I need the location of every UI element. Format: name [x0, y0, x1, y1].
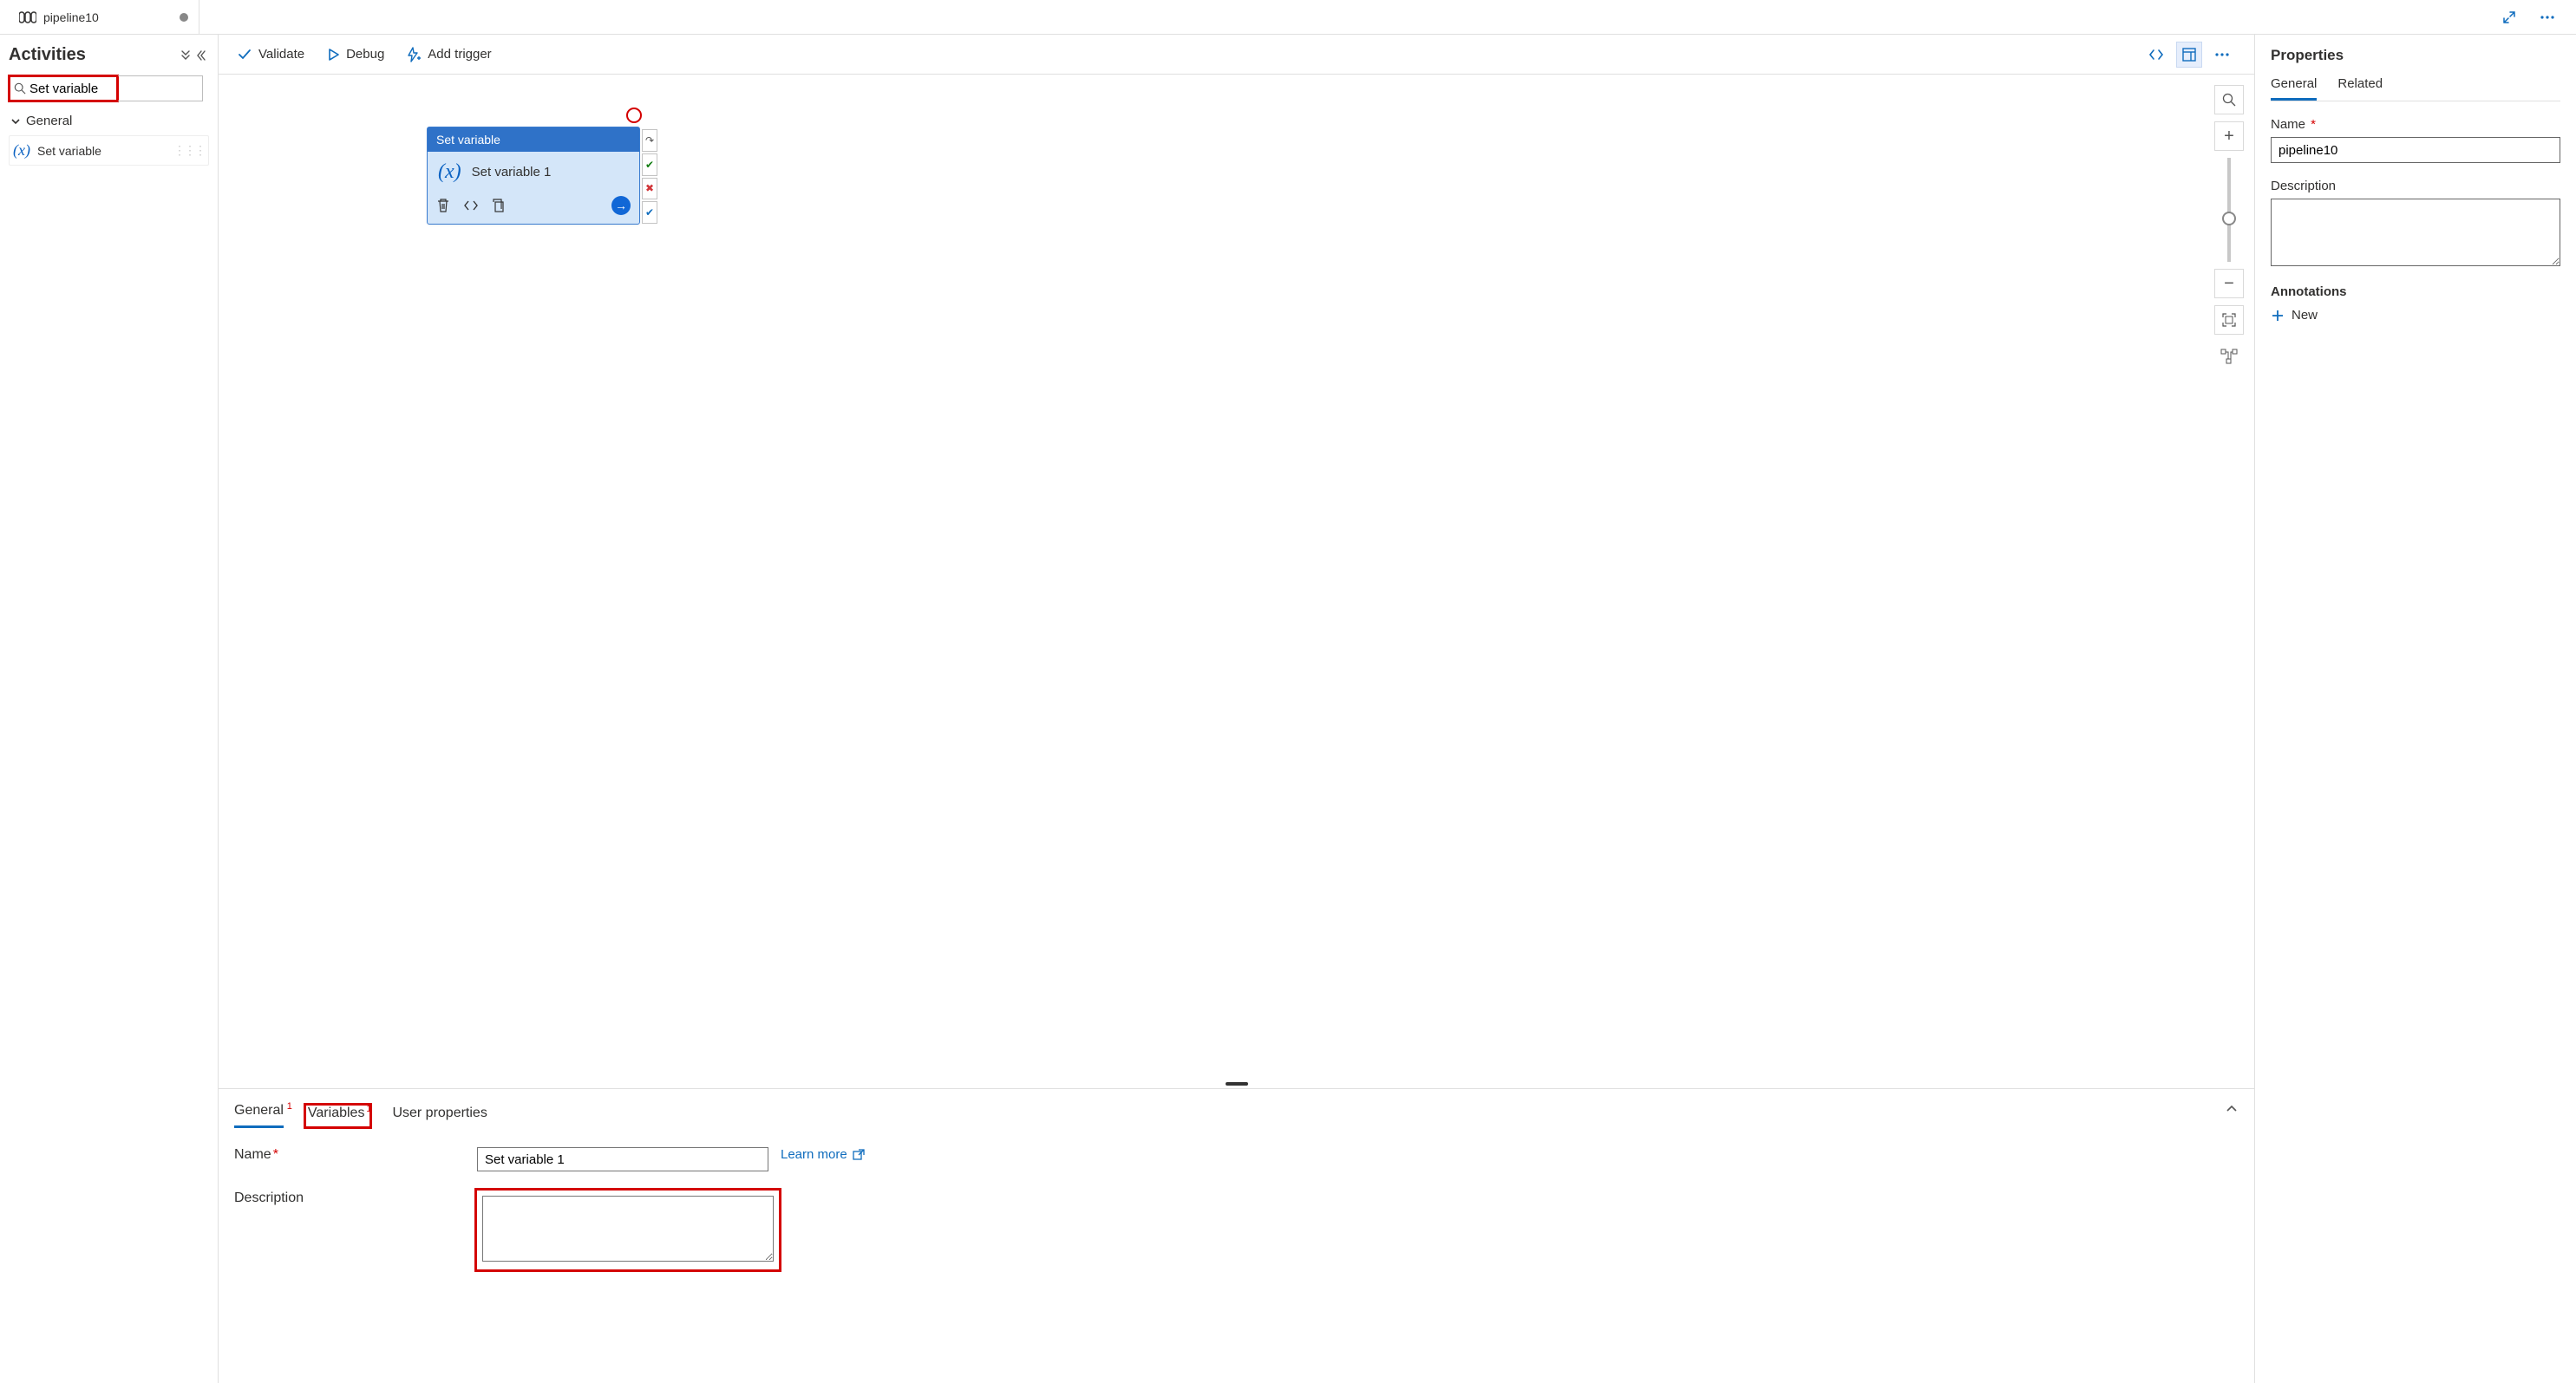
- description-highlight: [477, 1191, 779, 1269]
- variable-icon: (x): [13, 141, 30, 160]
- copy-node-icon[interactable]: [492, 198, 506, 213]
- name-label: Name*: [234, 1147, 477, 1163]
- node-output-ports: ↷ ✔ ✖ ✔: [642, 127, 657, 224]
- unsaved-indicator-icon: [180, 13, 188, 22]
- learn-more-label: Learn more: [781, 1147, 847, 1162]
- category-label: General: [26, 114, 72, 128]
- properties-heading: Properties: [2271, 47, 2560, 64]
- tab-user-properties[interactable]: User properties: [392, 1106, 487, 1128]
- code-node-icon[interactable]: [464, 199, 478, 212]
- activities-search-highlight: [9, 75, 118, 101]
- add-trigger-button[interactable]: Add trigger: [407, 47, 491, 62]
- collapse-categories-icon[interactable]: [180, 49, 192, 62]
- node-name-label: Set variable 1: [472, 165, 552, 179]
- zoom-out-icon[interactable]: −: [2214, 269, 2244, 298]
- tab-label: Variables: [308, 1106, 365, 1120]
- port-skip-icon[interactable]: ↷: [642, 129, 657, 152]
- properties-toggle-icon[interactable]: [2176, 42, 2202, 68]
- run-node-icon[interactable]: →: [611, 196, 631, 215]
- tab-variables[interactable]: Variables 1: [304, 1104, 372, 1128]
- pipeline-description-input[interactable]: [2271, 199, 2560, 266]
- activity-set-variable[interactable]: (x) Set variable ⋮⋮⋮: [9, 135, 209, 166]
- pipeline-canvas[interactable]: Set variable (x) Set variable 1: [219, 75, 2254, 1080]
- badge-1-icon: 1: [366, 1104, 371, 1114]
- properties-panel: Properties General Related Name * Descri…: [2255, 35, 2576, 1383]
- new-label: New: [2292, 308, 2318, 323]
- properties-tab-related[interactable]: Related: [2337, 76, 2383, 101]
- validate-button[interactable]: Validate: [238, 47, 304, 62]
- zoom-slider[interactable]: [2227, 158, 2231, 262]
- auto-layout-icon[interactable]: [2214, 342, 2244, 371]
- external-link-icon: [853, 1149, 865, 1161]
- activity-name-input[interactable]: [477, 1147, 768, 1171]
- pipeline-name-input[interactable]: [2271, 137, 2560, 163]
- pipeline-description-label: Description: [2271, 179, 2560, 193]
- delete-node-icon[interactable]: [436, 198, 450, 213]
- plus-icon: [2271, 309, 2285, 323]
- canvas-zoom-tools: + −: [2214, 85, 2244, 371]
- activity-description-input[interactable]: [482, 1196, 774, 1262]
- port-fail-icon[interactable]: ✖: [642, 178, 657, 200]
- panel-splitter[interactable]: [219, 1080, 2254, 1088]
- debug-label: Debug: [346, 47, 384, 62]
- debug-button[interactable]: Debug: [327, 47, 384, 62]
- port-success-icon[interactable]: ✔: [642, 153, 657, 176]
- tab-general[interactable]: General 1: [234, 1103, 284, 1128]
- toolbar-more-icon[interactable]: [2209, 42, 2235, 68]
- pipeline-toolbar: Validate Debug Add trigger: [219, 35, 2254, 75]
- annotation-circle-icon: [626, 108, 642, 123]
- description-label: Description: [234, 1191, 477, 1206]
- fit-to-screen-icon[interactable]: [2214, 305, 2244, 335]
- port-completion-icon[interactable]: ✔: [642, 201, 657, 224]
- node-type-label: Set variable: [428, 127, 639, 152]
- chevron-down-icon: [10, 116, 21, 127]
- tab-bar: pipeline10: [0, 0, 2576, 35]
- add-annotation-button[interactable]: New: [2271, 308, 2560, 323]
- editor-tab-title: pipeline10: [43, 10, 99, 24]
- category-general[interactable]: General: [10, 114, 209, 128]
- add-trigger-label: Add trigger: [428, 47, 491, 62]
- expand-window-icon[interactable]: [2496, 4, 2522, 30]
- zoom-in-icon[interactable]: +: [2214, 121, 2244, 151]
- learn-more-link[interactable]: Learn more: [781, 1147, 865, 1162]
- activities-heading: Activities: [9, 45, 86, 65]
- badge-1-icon: 1: [287, 1101, 292, 1112]
- pipeline-icon: [19, 10, 36, 24]
- activity-details-panel: General 1 Variables 1 User properties Na…: [219, 1088, 2254, 1383]
- more-menu-icon[interactable]: [2534, 4, 2560, 30]
- variable-icon: (x): [438, 160, 461, 184]
- tab-label: User properties: [392, 1106, 487, 1120]
- annotations-heading: Annotations: [2271, 284, 2560, 299]
- search-icon: [14, 82, 26, 95]
- activity-item-label: Set variable: [37, 144, 101, 158]
- editor-tab-pipeline[interactable]: pipeline10: [9, 0, 199, 34]
- canvas-search-icon[interactable]: [2214, 85, 2244, 114]
- tab-label: General: [234, 1103, 284, 1118]
- properties-tab-general[interactable]: General: [2271, 76, 2317, 101]
- collapse-panel-icon[interactable]: [2225, 1103, 2239, 1115]
- drag-handle-icon: ⋮⋮⋮: [173, 143, 205, 158]
- validate-label: Validate: [258, 47, 304, 62]
- code-view-icon[interactable]: [2143, 42, 2169, 68]
- collapse-sidebar-icon[interactable]: [197, 49, 209, 62]
- activities-panel: Activities General: [0, 35, 219, 1383]
- pipeline-name-label: Name *: [2271, 117, 2560, 132]
- canvas-node-set-variable[interactable]: Set variable (x) Set variable 1: [427, 127, 640, 225]
- editor-area: Validate Debug Add trigger: [219, 35, 2255, 1383]
